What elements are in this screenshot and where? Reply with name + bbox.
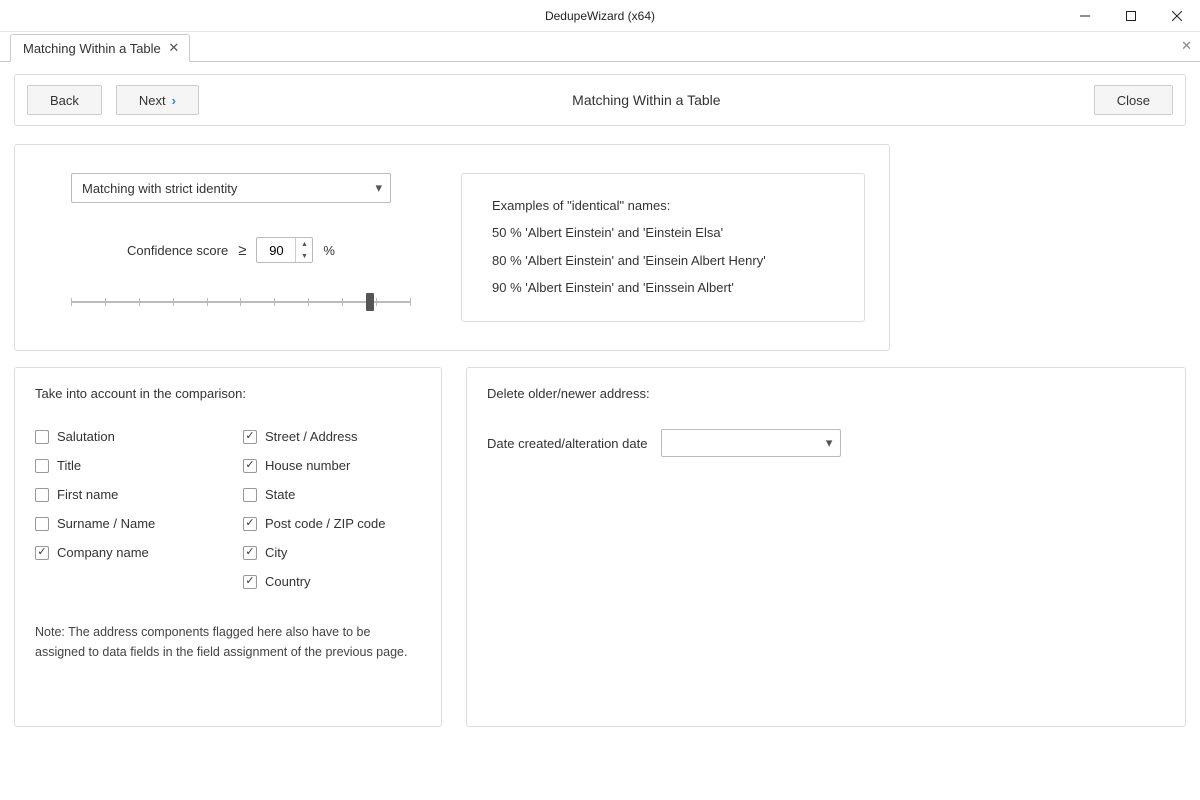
spinner-up-icon[interactable]: ▲: [296, 238, 312, 250]
checkbox-label: City: [265, 545, 287, 560]
checkbox-label: Country: [265, 574, 311, 589]
checkbox-icon: [243, 488, 257, 502]
matching-mode-select[interactable]: Matching with strict identity ▾: [71, 173, 391, 203]
matching-mode-value: Matching with strict identity: [82, 181, 237, 196]
checkbox-icon: [35, 517, 49, 531]
content-area: Back Next › Matching Within a Table Clos…: [0, 62, 1200, 739]
checkbox-title[interactable]: Title: [35, 458, 213, 473]
greater-equal-icon: ≥: [238, 242, 246, 259]
checkbox-company-name[interactable]: Company name: [35, 545, 213, 560]
checkbox-surname-name[interactable]: Surname / Name: [35, 516, 213, 531]
checkbox-icon: [243, 517, 257, 531]
checkbox-label: Surname / Name: [57, 516, 155, 531]
tab-matching-within-table[interactable]: Matching Within a Table ✕: [10, 34, 190, 62]
date-row: Date created/alteration date ▾: [487, 429, 1165, 457]
slider-thumb[interactable]: [366, 293, 374, 311]
checkbox-house-number[interactable]: House number: [243, 458, 421, 473]
example-line: 50 % 'Albert Einstein' and 'Einstein Els…: [492, 219, 834, 246]
example-line: 90 % 'Albert Einstein' and 'Einssein Alb…: [492, 274, 834, 301]
checkbox-country[interactable]: Country: [243, 574, 421, 589]
checkbox-label: House number: [265, 458, 350, 473]
checkbox-label: Salutation: [57, 429, 115, 444]
window-title: DedupeWizard (x64): [545, 9, 655, 23]
confidence-spinner[interactable]: ▲ ▼: [256, 237, 313, 263]
delete-address-panel: Delete older/newer address: Date created…: [466, 367, 1186, 727]
window-controls: [1062, 0, 1200, 32]
checkbox-label: Title: [57, 458, 81, 473]
checkbox-label: Post code / ZIP code: [265, 516, 385, 531]
comparison-column-right: Street / Address House number State Post co…: [243, 429, 421, 589]
window-close-button[interactable]: [1154, 0, 1200, 32]
checkbox-label: State: [265, 487, 295, 502]
bottom-row: Take into account in the comparison: Sal…: [14, 367, 1186, 727]
minimize-button[interactable]: [1062, 0, 1108, 32]
confidence-label: Confidence score: [127, 243, 228, 258]
checkbox-icon: [35, 459, 49, 473]
percent-label: %: [323, 243, 335, 258]
spinner-down-icon[interactable]: ▼: [296, 250, 312, 262]
examples-box: Examples of "identical" names: 50 % 'Alb…: [461, 173, 865, 322]
wizard-toolbar: Back Next › Matching Within a Table Clos…: [14, 74, 1186, 126]
matching-controls: Matching with strict identity ▾ Confiden…: [71, 173, 431, 322]
window-titlebar: DedupeWizard (x64): [0, 0, 1200, 32]
delete-heading: Delete older/newer address:: [487, 386, 1165, 401]
checkbox-icon: [243, 459, 257, 473]
next-button[interactable]: Next ›: [116, 85, 199, 115]
checkbox-city[interactable]: City: [243, 545, 421, 560]
wizard-step-title: Matching Within a Table: [199, 92, 1094, 108]
checkbox-first-name[interactable]: First name: [35, 487, 213, 502]
tabstrip-close-icon[interactable]: ✕: [1181, 38, 1192, 54]
caret-down-icon: ▾: [375, 180, 382, 196]
checkbox-label: First name: [57, 487, 118, 502]
checkbox-icon: [243, 546, 257, 560]
checkbox-post-code-zip-code[interactable]: Post code / ZIP code: [243, 516, 421, 531]
tab-label: Matching Within a Table: [23, 41, 161, 56]
checkbox-label: Company name: [57, 545, 149, 560]
confidence-input[interactable]: [257, 238, 295, 262]
date-label: Date created/alteration date: [487, 436, 647, 451]
maximize-button[interactable]: [1108, 0, 1154, 32]
examples-heading: Examples of "identical" names:: [492, 192, 834, 219]
example-line: 80 % 'Albert Einstein' and 'Einsein Albe…: [492, 247, 834, 274]
examples-panel: Examples of "identical" names: 50 % 'Alb…: [461, 173, 865, 322]
back-button[interactable]: Back: [27, 85, 102, 115]
checkbox-state[interactable]: State: [243, 487, 421, 502]
tab-close-icon[interactable]: ✕: [167, 41, 181, 55]
matching-settings-panel: Matching with strict identity ▾ Confiden…: [14, 144, 890, 351]
chevron-right-icon: ›: [172, 93, 176, 108]
checkbox-icon: [243, 575, 257, 589]
date-field-select[interactable]: ▾: [661, 429, 841, 457]
comparison-fields-panel: Take into account in the comparison: Sal…: [14, 367, 442, 727]
checkbox-icon: [35, 546, 49, 560]
checkbox-icon: [243, 430, 257, 444]
checkbox-icon: [35, 488, 49, 502]
confidence-slider[interactable]: [71, 291, 411, 315]
checkbox-label: Street / Address: [265, 429, 358, 444]
checkbox-salutation[interactable]: Salutation: [35, 429, 213, 444]
comparison-heading: Take into account in the comparison:: [35, 386, 421, 401]
tab-strip: Matching Within a Table ✕ ✕: [0, 32, 1200, 62]
confidence-row: Confidence score ≥ ▲ ▼ %: [71, 237, 391, 263]
checkbox-street-address[interactable]: Street / Address: [243, 429, 421, 444]
caret-down-icon: ▾: [826, 435, 833, 451]
checkbox-icon: [35, 430, 49, 444]
comparison-note: Note: The address components flagged her…: [35, 623, 415, 662]
comparison-column-left: Salutation Title First name Surname / Name C…: [35, 429, 213, 589]
close-button[interactable]: Close: [1094, 85, 1173, 115]
